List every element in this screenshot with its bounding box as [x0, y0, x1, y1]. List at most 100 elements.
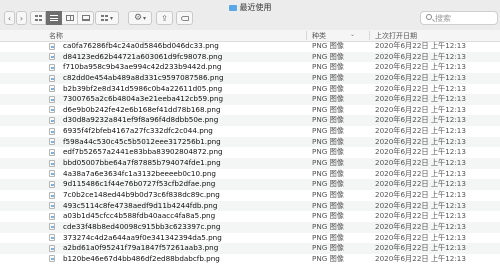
file-date: 2020年6月22日 上午12:13 [375, 62, 466, 72]
file-row[interactable]: bbd05007bbe64a7f87885b794074fde1.png PNG … [0, 158, 500, 169]
png-file-icon [49, 53, 55, 61]
window-toolbar: 最近使用 ‹ › ▾ ⚙ ▾ ⇪ 搜索 [0, 0, 500, 31]
file-row[interactable]: d6e9b0b242fe42e6b168ef41dd78b168.png PNG … [0, 105, 500, 116]
file-row[interactable]: 9d115486c1f44e76b0727f53cfb2dfae.png PNG … [0, 179, 500, 190]
file-row[interactable]: f710ba958c9b43ae994c42d233b9442d.png PNG … [0, 62, 500, 73]
file-date: 2020年6月22日 上午12:13 [375, 72, 466, 82]
file-row[interactable]: 6935f4f2bfeb4167a27fc332dfc2c044.png PNG … [0, 126, 500, 137]
back-button[interactable]: ‹ [4, 11, 15, 25]
file-row[interactable]: b120be46e67d4bb486df2ed88bdabcfb.png PNG … [0, 254, 500, 265]
share-icon: ⇪ [161, 13, 168, 23]
share-button[interactable]: ⇪ [156, 11, 173, 25]
file-name: 7300765a2c6b4804a3e21eeba412cb59.png [63, 94, 224, 104]
column-header-name[interactable]: 名称 [49, 31, 63, 41]
file-kind: PNG 图像 [312, 41, 344, 50]
png-file-icon [49, 42, 55, 50]
chevron-down-icon: ▾ [143, 14, 147, 22]
file-date: 2020年6月22日 上午12:13 [375, 115, 466, 125]
file-row[interactable]: 7300765a2c6b4804a3e21eeba412cb59.png PNG … [0, 94, 500, 105]
icon-view-button[interactable] [30, 11, 46, 25]
file-row[interactable]: edf7b52657a2441e83bba83902804872.png PNG … [0, 147, 500, 158]
file-name: d30d8a9232a841ef9f8a96f4d8dbb50e.png [63, 115, 219, 125]
tag-icon [180, 15, 189, 21]
file-kind: PNG 图像 [312, 62, 344, 72]
png-file-icon [49, 223, 55, 231]
file-date: 2020年6月22日 上午12:13 [375, 94, 466, 104]
recents-folder-icon [228, 5, 237, 11]
column-view-button[interactable] [62, 11, 78, 25]
file-row[interactable]: 7c0b2ce148ed44b9b0d73c6f838dc89c.png PNG … [0, 190, 500, 201]
tags-button[interactable] [176, 11, 193, 25]
search-field[interactable]: 搜索 [420, 11, 498, 25]
file-date: 2020年6月22日 上午12:13 [375, 83, 466, 93]
group-by-button[interactable]: ▾ [95, 11, 119, 25]
gallery-view-button[interactable] [78, 11, 94, 25]
file-row[interactable]: ca0fa76286fb4c24a0d5846bd046dc33.png PNG … [0, 41, 500, 52]
file-date: 2020年6月22日 上午12:13 [375, 189, 466, 199]
list-view-button[interactable] [46, 11, 62, 25]
png-file-icon [49, 106, 55, 114]
column-header-date[interactable]: 上次打开日期 [375, 31, 417, 41]
png-file-icon [49, 127, 55, 135]
file-kind: PNG 图像 [312, 83, 344, 93]
file-date: 2020年6月22日 上午12:13 [375, 243, 466, 253]
columns-icon [65, 15, 74, 21]
forward-button[interactable]: › [16, 11, 27, 25]
file-kind: PNG 图像 [312, 115, 344, 125]
file-row[interactable]: d84123ed62b44721a603061d9fc98078.png PNG … [0, 51, 500, 63]
file-name: 493c5114c8fe4738aedf9d11b4244fdb.png [63, 200, 218, 210]
file-kind: PNG 图像 [312, 189, 344, 199]
png-file-icon [49, 95, 55, 103]
gear-icon: ⚙ [133, 13, 143, 23]
file-name: a03b1d45cfcc4b588fdb40aacc4fa8a5.png [63, 211, 216, 221]
png-file-icon [49, 159, 55, 167]
action-button[interactable]: ⚙ ▾ [128, 11, 152, 25]
chevron-down-icon: ⌄ [350, 31, 356, 38]
file-kind: PNG 图像 [312, 72, 344, 82]
group-icon [100, 15, 108, 21]
file-row[interactable]: a03b1d45cfcc4b588fdb40aacc4fa8a5.png PNG … [0, 211, 500, 222]
view-mode-switcher [30, 11, 94, 25]
png-file-icon [49, 63, 55, 71]
file-kind: PNG 图像 [312, 200, 344, 210]
file-date: 2020年6月22日 上午12:13 [375, 221, 466, 231]
file-kind: PNG 图像 [312, 104, 344, 114]
png-file-icon [49, 234, 55, 242]
file-date: 2020年6月22日 上午12:13 [375, 168, 466, 178]
file-kind: PNG 图像 [312, 221, 344, 231]
file-name: 7c0b2ce148ed44b9b0d73c6f838dc89c.png [63, 189, 220, 199]
file-kind: PNG 图像 [312, 51, 344, 61]
png-file-icon [49, 255, 55, 263]
file-date: 2020年6月22日 上午12:13 [375, 147, 466, 157]
file-date: 2020年6月22日 上午12:13 [375, 179, 466, 189]
file-list: ca0fa76286fb4c24a0d5846bd046dc33.png PNG … [0, 41, 500, 264]
chevron-down-icon: ▾ [109, 14, 113, 22]
file-name: 9d115486c1f44e76b0727f53cfb2dfae.png [63, 179, 216, 189]
column-divider[interactable] [369, 31, 370, 40]
file-kind: PNG 图像 [312, 253, 344, 263]
column-header-kind[interactable]: 种类 [312, 31, 326, 41]
grid-icon [34, 15, 42, 21]
file-row[interactable]: a2bd61a0f95241f79a1847f57261aab3.png PNG … [0, 243, 500, 254]
file-row[interactable]: 4a38a7a6e3634fc1a3132beeeeb0c10.png PNG 图… [0, 169, 500, 180]
gallery-icon [81, 15, 90, 21]
column-divider[interactable] [306, 31, 307, 40]
png-file-icon [49, 117, 55, 125]
file-date: 2020年6月22日 上午12:13 [375, 158, 466, 168]
file-name: d84123ed62b44721a603061d9fc98078.png [63, 51, 223, 61]
file-row[interactable]: 373274c4d2a644aa9f0e341342394da5.png PNG … [0, 233, 500, 244]
file-name: a2bd61a0f95241f79a1847f57261aab3.png [63, 243, 219, 253]
file-row[interactable]: f598a44c530c45c5b5012eee317256b1.png PNG … [0, 136, 500, 148]
file-date: 2020年6月22日 上午12:13 [375, 211, 466, 221]
file-row[interactable]: c82dd0e454ab489a8d331c9597087586.png PNG … [0, 72, 500, 84]
file-row[interactable]: b2b39bf2e8d341d5986c0b4a22611d05.png PNG … [0, 84, 500, 95]
file-row[interactable]: 493c5114c8fe4738aedf9d11b4244fdb.png PNG … [0, 200, 500, 212]
file-row[interactable]: d30d8a9232a841ef9f8a96f4d8dbb50e.png PNG … [0, 115, 500, 127]
search-placeholder: 搜索 [435, 14, 451, 23]
file-row[interactable]: cde33f48b8ed40098c915bb3c623397c.png PNG … [0, 221, 500, 233]
file-kind: PNG 图像 [312, 211, 344, 221]
png-file-icon [49, 180, 55, 188]
file-name: f710ba958c9b43ae994c42d233b9442d.png [63, 62, 222, 72]
file-name: 6935f4f2bfeb4167a27fc332dfc2c044.png [63, 126, 213, 136]
file-kind: PNG 图像 [312, 94, 344, 104]
